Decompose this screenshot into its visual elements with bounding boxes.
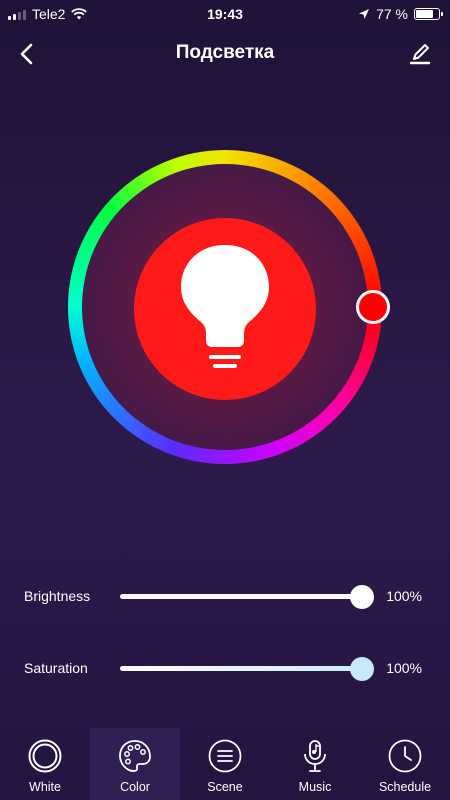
tab-schedule[interactable]: Schedule — [360, 728, 450, 800]
circle-ring-icon — [28, 739, 62, 773]
color-picker-handle[interactable] — [356, 290, 390, 324]
light-preview — [134, 218, 316, 400]
brightness-slider-row: Brightness 100% — [0, 582, 450, 612]
clock-icon — [388, 739, 422, 773]
brightness-slider-handle[interactable] — [350, 585, 374, 609]
tab-color-label: Color — [120, 780, 150, 794]
brightness-label: Brightness — [24, 588, 91, 604]
battery-fill — [416, 10, 433, 18]
location-arrow-icon — [359, 9, 370, 19]
battery-icon — [414, 8, 443, 20]
status-bar: Tele2 19:43 77 % — [0, 0, 450, 30]
saturation-label: Saturation — [24, 660, 88, 676]
brightness-value: 100% — [386, 588, 422, 604]
page-title: Подсветка — [175, 42, 275, 63]
microphone-note-icon — [304, 740, 326, 772]
tab-bar: White Color Scene Music Schedule — [0, 728, 450, 800]
header: Подсветка — [0, 34, 450, 74]
tab-music-label: Music — [298, 780, 332, 794]
light-bulb-icon — [181, 245, 269, 368]
tab-scene-label: Scene — [207, 780, 243, 794]
saturation-value: 100% — [386, 660, 422, 676]
battery-percent: 77 % — [376, 6, 408, 22]
tab-color[interactable]: Color — [90, 728, 180, 800]
tab-scene[interactable]: Scene — [180, 728, 270, 800]
tab-white-label: White — [29, 780, 61, 794]
brightness-slider[interactable] — [120, 594, 362, 599]
saturation-slider-handle[interactable] — [350, 657, 374, 681]
tab-schedule-label: Schedule — [378, 780, 432, 794]
list-circle-icon — [208, 739, 242, 773]
color-wheel[interactable] — [68, 150, 390, 464]
saturation-slider-row: Saturation 100% — [0, 654, 450, 684]
pencil-icon[interactable] — [406, 40, 434, 68]
saturation-slider[interactable] — [120, 666, 362, 671]
palette-icon — [119, 740, 151, 772]
tab-white[interactable]: White — [0, 728, 90, 800]
tab-music[interactable]: Music — [270, 728, 360, 800]
status-right: 77 % — [358, 6, 443, 22]
